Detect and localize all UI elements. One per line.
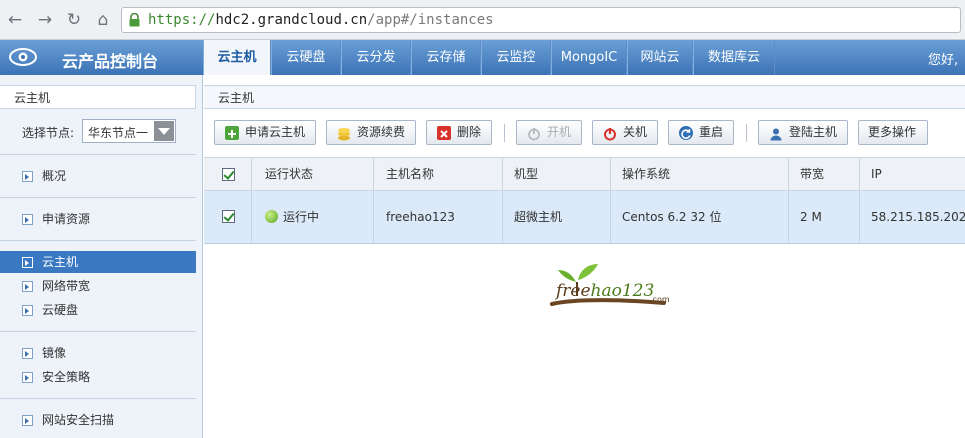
power-icon [527,126,541,141]
sidebar-item-cloud-host[interactable]: 云主机 [0,251,196,273]
close-icon [437,126,451,140]
sidebar-divider [0,197,196,198]
tab-cloud-disk[interactable]: 云硬盘 [271,40,341,75]
reload-icon[interactable]: ↻ [63,9,85,31]
sidebar-title: 云主机 [0,85,196,109]
back-icon[interactable]: ← [4,9,26,31]
chevron-down-icon[interactable] [154,121,174,141]
arrow-right-icon [22,257,33,268]
url-text: https://hdc2.grandcloud.cn/app#/instance… [148,12,494,28]
toolbar-divider [504,124,505,142]
tab-website-cloud[interactable]: 网站云 [627,40,693,75]
status-cell: 运行中 [252,191,374,243]
tab-cloud-host[interactable]: 云主机 [203,40,271,75]
column-header[interactable]: 主机名称 [374,158,503,190]
lock-icon [129,13,140,27]
ip-cell: 58.215.185.202 [871,210,965,224]
product-tabs: 云主机 云硬盘 云分发 云存储 云监控 MongoIC 网站云 数据库云 [203,40,775,75]
sidebar-divider [0,398,196,399]
app-title: 云产品控制台 [62,52,159,71]
sidebar-item-security-policy[interactable]: 安全策略 [0,366,196,388]
running-status-icon [265,210,278,223]
sidebar: 云主机 选择节点: 华东节点一 概况 申请资源 云主机 网络带宽 云硬盘 镜像 … [0,75,203,438]
sidebar-item-cloud-disk[interactable]: 云硬盘 [0,299,196,321]
sidebar-item-website-scan[interactable]: 网站安全扫描 [0,409,196,431]
toolbar-divider [746,124,747,142]
sidebar-divider [0,331,196,332]
user-greeting: 您好, [928,53,959,68]
arrow-right-icon [22,348,33,359]
arrow-right-icon [22,372,33,383]
sidebar-item-bandwidth[interactable]: 网络带宽 [0,275,196,297]
sidebar-item-image[interactable]: 镜像 [0,342,196,364]
column-header[interactable]: IP [860,158,965,190]
delete-button[interactable]: 删除 [426,120,492,145]
table-row[interactable]: 运行中 freehao123 超微主机 Centos 6.2 32 位 2 M … [204,191,965,244]
renew-button[interactable]: 资源续费 [326,120,416,145]
os-cell: Centos 6.2 32 位 [611,191,789,243]
home-icon[interactable]: ⌂ [92,9,114,31]
user-icon [769,126,783,141]
more-actions-button[interactable]: 更多操作 [858,120,928,145]
app-header: 云产品控制台 云主机 云硬盘 云分发 云存储 云监控 MongoIC 网站云 数… [0,40,965,75]
sidebar-item-apply[interactable]: 申请资源 [0,208,196,230]
sidebar-divider [0,240,196,241]
column-header[interactable]: 操作系统 [611,158,789,190]
coins-icon [337,126,351,141]
login-host-button[interactable]: 登陆主机 [758,120,848,145]
start-button[interactable]: 开机 [516,120,582,145]
cloud-eye-icon [9,48,37,66]
arrow-right-icon [22,281,33,292]
freehao123-watermark-logo: freehao123 .com [550,264,670,306]
select-all-checkbox[interactable] [222,168,235,181]
svg-text:freehao123: freehao123 [554,281,654,301]
header-select-cell [204,158,252,190]
forward-icon[interactable]: → [34,9,56,31]
sidebar-divider [0,154,196,155]
bandwidth-cell: 2 M [789,191,860,243]
arrow-right-icon [22,171,33,182]
table-header: 运行状态 主机名称 机型 操作系统 带宽 IP [204,157,965,191]
column-header[interactable]: 机型 [503,158,611,190]
apply-host-button[interactable]: 申请云主机 [214,120,316,145]
node-select-label: 选择节点: [22,126,75,140]
column-header[interactable]: 运行状态 [252,158,374,190]
row-checkbox[interactable] [222,210,235,223]
status-text: 运行中 [283,210,320,224]
arrow-right-icon [22,415,33,426]
breadcrumb: 云主机 [204,85,965,109]
browser-toolbar: ← → ↻ ⌂ https://hdc2.grandcloud.cn/app#/… [0,0,965,40]
main-panel: 云主机 申请云主机 资源续费 删除 开机 关机 重启 登陆主机 更多操作 运行状… [204,75,965,438]
shutdown-button[interactable]: 关机 [592,120,658,145]
svg-text:.com: .com [650,295,670,304]
row-select-cell [204,191,252,243]
restart-button[interactable]: 重启 [668,120,734,145]
host-name-cell: freehao123 [374,191,503,243]
node-select[interactable]: 华东节点一 [82,119,176,143]
power-icon [603,126,617,141]
app-logo[interactable]: 云产品控制台 [0,40,203,75]
tab-database-cloud[interactable]: 数据库云 [693,40,775,75]
arrow-right-icon [22,305,33,316]
tab-mongoic[interactable]: MongoIC [551,40,627,75]
sidebar-item-overview[interactable]: 概况 [0,165,196,187]
arrow-right-icon [22,214,33,225]
action-toolbar: 申请云主机 资源续费 删除 开机 关机 重启 登陆主机 更多操作 [204,119,965,147]
address-bar[interactable]: https://hdc2.grandcloud.cn/app#/instance… [121,7,961,33]
tab-cloud-storage[interactable]: 云存储 [411,40,481,75]
node-select-value: 华东节点一 [88,126,149,140]
tab-cdn[interactable]: 云分发 [341,40,411,75]
tab-cloud-monitor[interactable]: 云监控 [481,40,551,75]
plus-icon [225,126,239,140]
refresh-icon [679,126,693,140]
host-type-cell: 超微主机 [503,191,611,243]
column-header[interactable]: 带宽 [789,158,860,190]
